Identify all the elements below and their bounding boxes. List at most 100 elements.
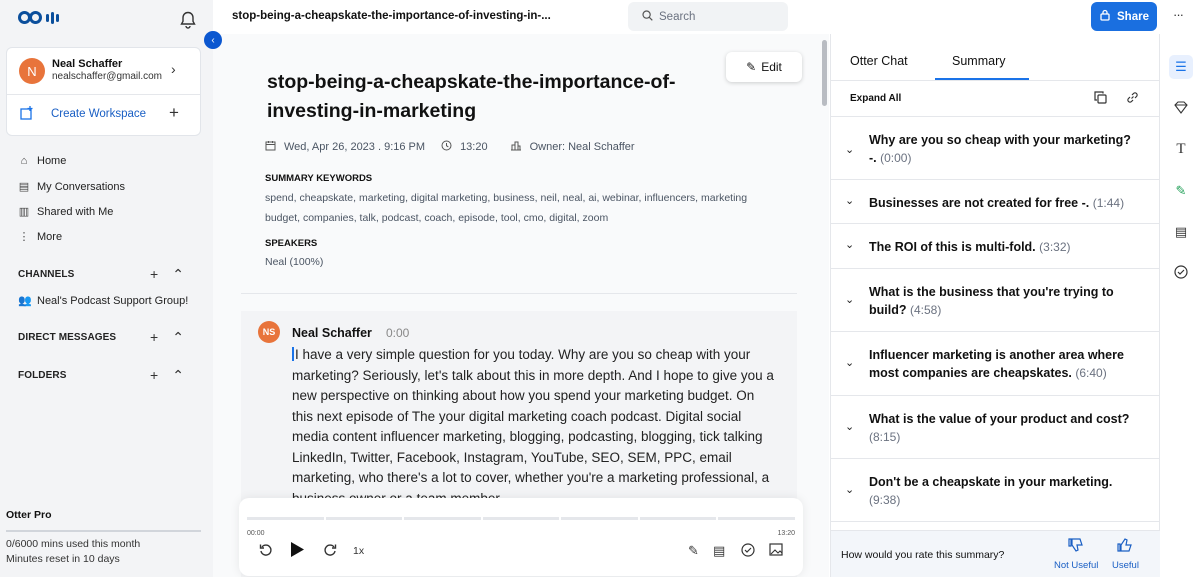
otter-logo[interactable]	[18, 11, 59, 24]
chevron-down-icon[interactable]: ⌄	[845, 356, 854, 369]
summary-panel: Otter Chat Summary Expand All ⌄ Why are …	[830, 34, 1160, 577]
tab-summary[interactable]: Summary	[952, 54, 1005, 68]
plus-icon[interactable]: +	[169, 103, 179, 123]
comment-icon[interactable]: ▤	[713, 543, 725, 559]
sidebar-item-label: Home	[37, 155, 67, 167]
chevron-right-icon[interactable]: ›	[171, 61, 176, 77]
scrollbar[interactable]	[822, 40, 827, 106]
speaker-avatar[interactable]: NS	[258, 321, 280, 343]
search-input[interactable]: Search	[628, 2, 788, 31]
useful-button[interactable]: Useful	[1112, 537, 1139, 571]
meta-date: Wed, Apr 26, 2023 . 9:16 PM	[284, 141, 426, 153]
bell-icon[interactable]	[180, 11, 196, 29]
plus-icon[interactable]: +	[150, 329, 158, 346]
text-icon[interactable]: T	[1169, 137, 1193, 161]
plus-icon[interactable]: +	[150, 367, 158, 384]
summary-item[interactable]: ⌄ Don't be a cheapskate in your marketin…	[831, 459, 1160, 522]
collapse-sidebar-button[interactable]: ‹	[204, 31, 222, 49]
keywords-list: spend, cheapskate, marketing, digital ma…	[265, 192, 748, 224]
home-icon: ⌂	[20, 155, 28, 167]
chevron-up-icon[interactable]: ⌃	[172, 329, 184, 346]
summary-item-text: What is the business that you're trying …	[869, 285, 1114, 317]
sidebar-item-home[interactable]: ⌂ Home	[18, 155, 67, 167]
summary-item-text: What is the value of your product and co…	[869, 412, 1130, 444]
rating-question: How would you rate this summary?	[841, 549, 1005, 561]
comment-icon[interactable]: ▤	[1169, 220, 1193, 244]
folders-controls: + ⌃	[150, 367, 184, 384]
chevron-down-icon[interactable]: ⌄	[845, 483, 854, 496]
share-button[interactable]: Share	[1091, 2, 1157, 31]
chevron-down-icon[interactable]: ⌄	[845, 293, 854, 306]
profile-name[interactable]: Neal Schaffer	[52, 58, 122, 70]
summary-item-time[interactable]: (9:38)	[869, 493, 900, 507]
keywords-heading: SUMMARY KEYWORDS	[265, 173, 373, 184]
create-workspace-button[interactable]: Create Workspace	[51, 108, 146, 120]
summary-item-time[interactable]: (0:00)	[880, 151, 911, 165]
chevron-down-icon[interactable]: ⌄	[845, 420, 854, 433]
summary-item[interactable]: ⌄ What is the value of your product and …	[831, 396, 1160, 459]
summary-item-text: Don't be a cheapskate in your marketing.…	[869, 475, 1113, 507]
transcript-text[interactable]: I have a very simple question for you to…	[292, 345, 777, 509]
expand-all-button[interactable]: Expand All	[850, 93, 901, 104]
chevron-down-icon[interactable]: ⌄	[845, 238, 854, 251]
playback-progress-bar[interactable]	[247, 517, 796, 520]
profile-email[interactable]: nealschaffer@gmail.com	[52, 71, 162, 82]
summary-item[interactable]: ⌄ The ROI of this is multi-fold. (3:32)	[831, 224, 1160, 269]
diamond-icon[interactable]	[1169, 95, 1193, 119]
forward-icon[interactable]	[323, 543, 337, 560]
meta-row: Wed, Apr 26, 2023 . 9:16 PM 13:20 Owner:…	[265, 140, 635, 154]
check-circle-icon[interactable]	[741, 543, 755, 560]
play-icon[interactable]	[290, 541, 305, 561]
outline-icon[interactable]: ☰	[1169, 55, 1193, 79]
chevron-down-icon[interactable]: ⌄	[845, 194, 854, 207]
channel-item[interactable]: 👥 Neal's Podcast Support Group!	[18, 294, 188, 308]
summary-item[interactable]: ⌄ Businesses are not created for free -.…	[831, 180, 1160, 224]
chevron-down-icon[interactable]: ⌄	[845, 143, 854, 156]
usage-progress-bar	[6, 530, 201, 532]
chevron-up-icon[interactable]: ⌃	[172, 266, 184, 283]
highlight-icon[interactable]: ✎	[688, 543, 699, 559]
calendar-icon	[265, 140, 276, 154]
sidebar-item-shared-with-me[interactable]: ▥ Shared with Me	[18, 205, 114, 219]
tab-otter-chat[interactable]: Otter Chat	[850, 54, 908, 68]
summary-item-time[interactable]: (8:15)	[869, 430, 900, 444]
summary-item-time[interactable]: (4:58)	[910, 303, 941, 317]
summary-item-time[interactable]: (3:32)	[1039, 240, 1070, 254]
check-circle-icon[interactable]	[1169, 260, 1193, 284]
document-title: stop-being-a-cheapskate-the-importance-o…	[232, 10, 551, 22]
not-useful-button[interactable]: Not Useful	[1054, 537, 1098, 571]
chevron-up-icon[interactable]: ⌃	[172, 367, 184, 384]
start-time: 00:00	[247, 530, 265, 537]
summary-item-time[interactable]: (1:44)	[1093, 196, 1124, 210]
divider	[241, 293, 797, 294]
highlight-icon[interactable]: ✎	[1169, 179, 1193, 203]
copy-icon[interactable]	[1094, 91, 1107, 107]
channels-heading: CHANNELS	[18, 269, 75, 280]
speaker-name[interactable]: Neal Schaffer	[292, 326, 372, 340]
divider	[7, 94, 200, 95]
text-cursor	[292, 347, 294, 361]
speaker-timestamp[interactable]: 0:00	[386, 326, 409, 340]
sidebar-item-my-conversations[interactable]: ▤ My Conversations	[18, 180, 125, 194]
summary-item[interactable]: ⌄ What is the business that you're tryin…	[831, 269, 1160, 332]
avatar[interactable]: N	[19, 58, 45, 84]
rewind-icon[interactable]	[259, 543, 273, 560]
speed-button[interactable]: 1x	[353, 545, 364, 557]
summary-item-time[interactable]: (6:40)	[1075, 366, 1106, 380]
plus-icon[interactable]: +	[150, 266, 158, 283]
summary-item[interactable]: ⌄ Why are you so cheap with your marketi…	[831, 117, 1160, 180]
clock-icon	[441, 140, 452, 154]
tool-rail: ☰ T ✎ ▤	[1161, 34, 1200, 577]
sidebar-item-more[interactable]: ⋮ More	[18, 230, 63, 244]
link-icon[interactable]	[1126, 91, 1139, 107]
image-icon[interactable]	[769, 543, 783, 559]
share-label: Share	[1117, 10, 1149, 23]
main-content: ✎ Edit stop-being-a-cheapskate-the-impor…	[213, 34, 829, 577]
more-options-icon[interactable]: ···	[1173, 7, 1184, 22]
edit-button[interactable]: ✎ Edit	[726, 52, 802, 82]
end-time: 13:20	[777, 530, 795, 537]
sidebar-item-label: More	[37, 230, 63, 243]
summary-item[interactable]: ⌄ Influencer marketing is another area w…	[831, 332, 1160, 396]
direct-messages-heading: DIRECT MESSAGES	[18, 332, 117, 343]
plan-name: Otter Pro	[6, 509, 52, 521]
